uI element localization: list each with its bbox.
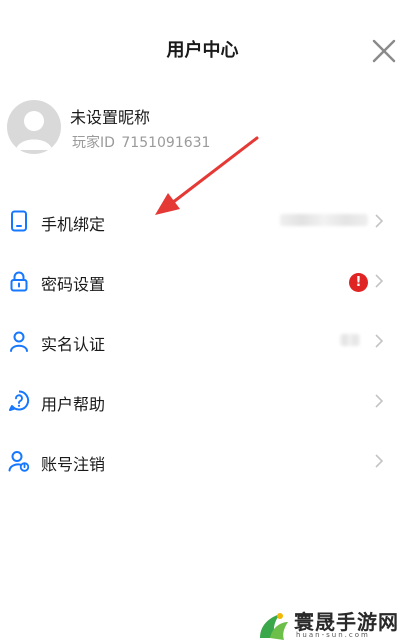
page-title: 用户中心 [166,40,239,61]
chevron-right-icon [375,394,384,408]
menu-item-label: 手机绑定 [41,215,106,234]
header: 用户中心 [0,0,405,100]
chevron-right-icon [375,274,384,288]
player-id-value: 7151091631 [121,135,211,151]
player-id-label: 玩家ID [72,135,115,151]
menu-item-phone-binding[interactable]: 手机绑定 [0,192,405,252]
nickname: 未设置昵称 [70,108,151,127]
person-icon [8,330,30,352]
chevron-right-icon [375,334,384,348]
watermark-subtext: huan-sun.com [296,631,370,639]
help-icon [8,390,30,412]
menu-item-label: 账号注销 [41,455,106,474]
password-alert-badge: ! [349,273,368,292]
menu-item-label: 用户帮助 [41,395,106,414]
avatar-icon [16,111,52,150]
watermark-logo-icon [260,613,288,640]
player-id: 玩家ID 7151091631 [70,132,210,152]
chevron-right-icon [375,214,384,228]
menu-item-label: 密码设置 [41,275,106,294]
menu-item-help[interactable]: 用户帮助 [0,372,405,432]
menu-item-label: 实名认证 [41,335,106,354]
menu-item-realname[interactable]: 实名认证 [0,312,405,372]
menu-item-account-cancel[interactable]: 账号注销 [0,432,405,492]
menu-item-password[interactable]: 密码设置 [0,252,405,312]
avatar[interactable] [7,100,61,154]
watermark: 寰晟手游网 huan-sun.com [256,604,405,644]
profile-section[interactable]: 未设置昵称 玩家ID 7151091631 [0,92,405,172]
close-icon [372,39,396,63]
blurred-realname-value [340,334,360,346]
menu-list: 手机绑定 密码设置 实名认证 用户帮助 账号注销 [0,192,405,492]
user-logout-icon [8,450,30,472]
blurred-phone-value [280,214,368,226]
close-button[interactable] [369,36,399,66]
phone-icon [8,210,30,232]
lock-icon [8,270,30,292]
chevron-right-icon [375,454,384,468]
